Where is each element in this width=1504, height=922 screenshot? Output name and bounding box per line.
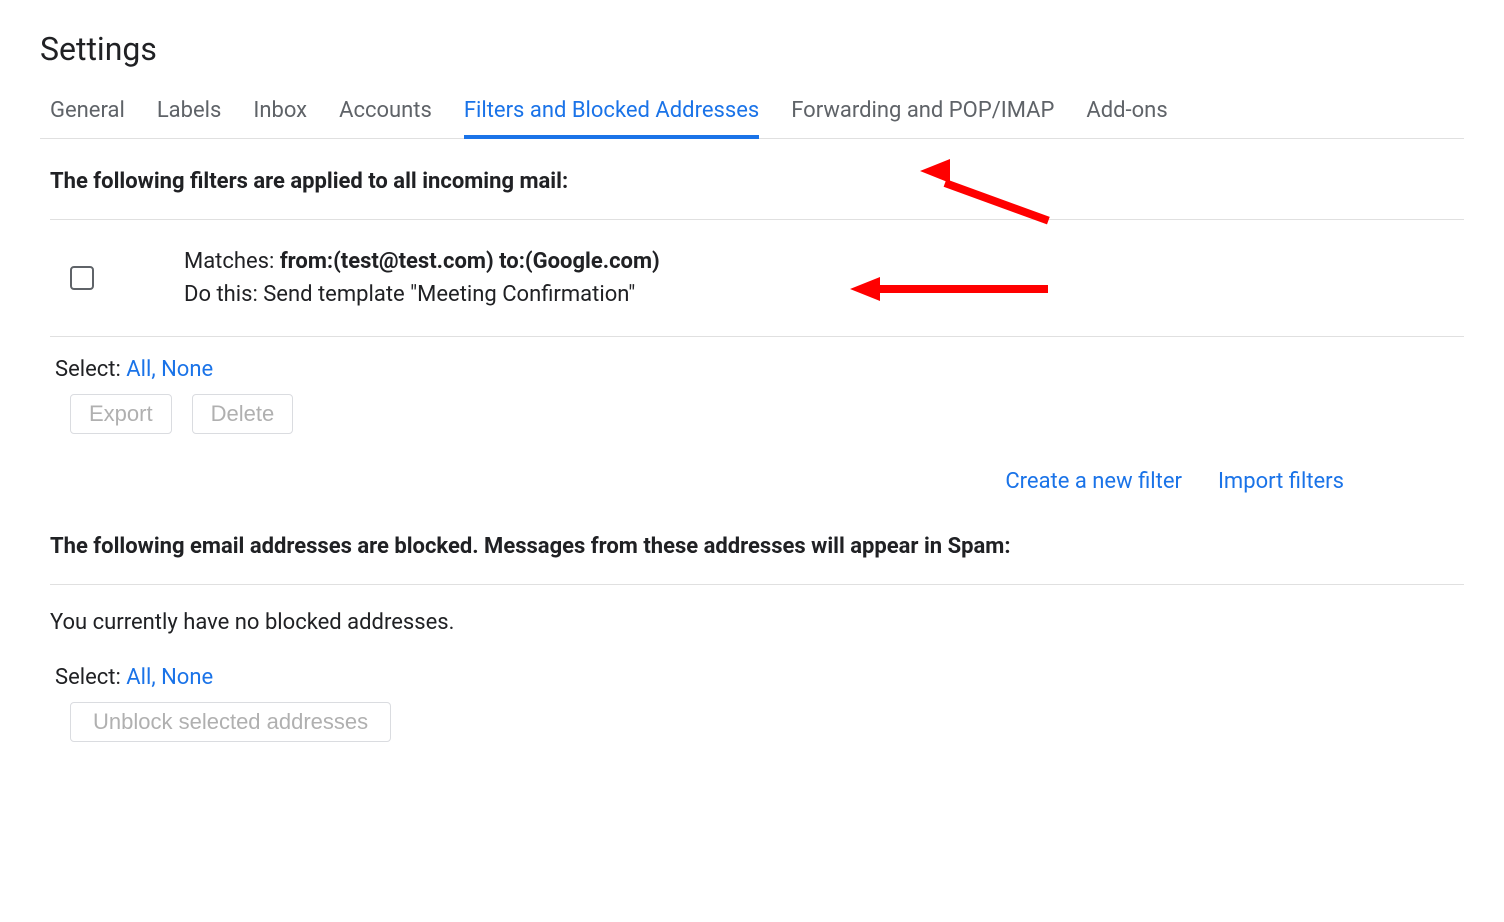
select-none-blocked-link[interactable]: None — [161, 665, 213, 690]
blocked-empty-message: You currently have no blocked addresses. — [40, 610, 1464, 635]
filter-matches-criteria: from:(test@test.com) to:(Google.com) — [280, 249, 660, 274]
divider — [50, 584, 1464, 585]
select-row-blocked: Select: All, None — [40, 665, 1464, 690]
annotation-arrow-tail — [878, 285, 1048, 293]
delete-button[interactable]: Delete — [192, 394, 294, 434]
blocked-buttons: Unblock selected addresses — [40, 702, 1464, 742]
filter-action-links: Create a new filter Import filters — [40, 469, 1464, 494]
filter-matches-label: Matches: — [184, 249, 280, 274]
tab-accounts[interactable]: Accounts — [339, 98, 432, 138]
select-all-blocked-link[interactable]: All — [126, 665, 151, 690]
annotation-arrow-icon — [850, 277, 880, 301]
tab-labels[interactable]: Labels — [157, 98, 222, 138]
tab-forwarding[interactable]: Forwarding and POP/IMAP — [791, 98, 1054, 138]
filter-checkbox[interactable] — [70, 266, 94, 290]
tab-addons[interactable]: Add-ons — [1086, 98, 1167, 138]
tab-general[interactable]: General — [50, 98, 125, 138]
filter-buttons: Export Delete — [40, 394, 1464, 434]
select-label: Select: — [55, 665, 126, 690]
select-none-link[interactable]: None — [161, 357, 213, 382]
filters-heading: The following filters are applied to all… — [40, 169, 1464, 194]
create-filter-link[interactable]: Create a new filter — [1005, 469, 1182, 494]
import-filters-link[interactable]: Import filters — [1218, 469, 1344, 494]
select-label: Select: — [55, 357, 126, 382]
tab-inbox[interactable]: Inbox — [253, 98, 307, 138]
filter-action: Do this: Send template "Meeting Confirma… — [184, 278, 660, 311]
filter-row: Matches: from:(test@test.com) to:(Google… — [50, 220, 1464, 337]
unblock-button[interactable]: Unblock selected addresses — [70, 702, 391, 742]
export-button[interactable]: Export — [70, 394, 172, 434]
settings-tabs: General Labels Inbox Accounts Filters an… — [40, 98, 1464, 139]
blocked-heading: The following email addresses are blocke… — [40, 534, 1464, 559]
page-title: Settings — [40, 30, 1464, 68]
tab-filters-blocked[interactable]: Filters and Blocked Addresses — [464, 98, 759, 139]
select-all-link[interactable]: All — [126, 357, 151, 382]
select-row-filters: Select: All, None — [40, 357, 1464, 382]
filter-details: Matches: from:(test@test.com) to:(Google… — [184, 245, 660, 311]
